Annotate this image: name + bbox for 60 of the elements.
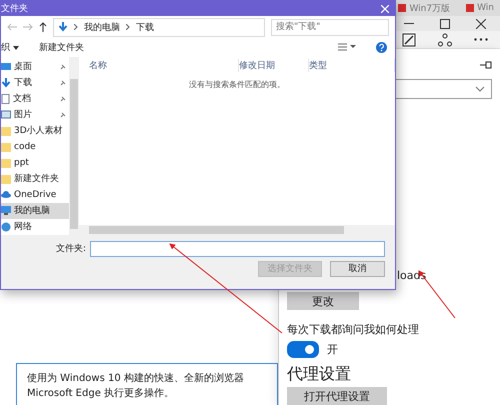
search-field[interactable]: 搜索"下载" xyxy=(271,18,389,36)
new-folder-button[interactable]: 新建文件夹 xyxy=(38,40,84,54)
up-arrow-icon[interactable] xyxy=(39,22,47,32)
address-bar[interactable]: 我的电脑 下载 xyxy=(53,18,265,36)
maximize-icon[interactable] xyxy=(440,18,450,29)
ask-label: 每次下载都询问我如何处理 xyxy=(287,322,420,337)
dialog-title: 文件夹 xyxy=(1,2,28,16)
folder-icon xyxy=(1,126,11,136)
folder-icon xyxy=(1,158,11,168)
column-header[interactable]: 修改日期 xyxy=(239,59,309,72)
nav-item[interactable]: OneDrive xyxy=(1,186,69,203)
empty-message: 没有与搜索条件匹配的项。 xyxy=(189,78,285,90)
site-icon xyxy=(466,4,474,12)
view-options-icon[interactable] xyxy=(338,43,356,52)
nav-item[interactable]: 文档 xyxy=(1,90,69,107)
network-icon xyxy=(1,222,11,232)
nav-item[interactable]: code xyxy=(1,138,69,155)
folder-icon xyxy=(1,142,11,152)
toggle-switch[interactable] xyxy=(287,341,319,358)
column-header[interactable]: 类型 xyxy=(309,59,395,72)
nav-item[interactable]: 网络 xyxy=(1,218,69,235)
desktop-icon xyxy=(1,62,11,72)
computer-icon xyxy=(1,206,11,216)
breadcrumb-item[interactable]: 我的电脑 xyxy=(84,20,120,34)
nav-item[interactable]: 3D小人素材 xyxy=(1,122,69,139)
nav-item[interactable]: 图片 xyxy=(1,106,69,123)
toggle-state-label: 开 xyxy=(327,342,338,357)
folder-icon xyxy=(1,174,11,184)
dialog-button[interactable]: 取消 xyxy=(330,260,385,277)
close-icon[interactable] xyxy=(476,18,486,29)
cloud-icon xyxy=(1,191,11,198)
nav-item[interactable]: 我的电脑 xyxy=(1,202,69,219)
column-header[interactable]: 名称 xyxy=(89,59,239,72)
change-button[interactable]: 更改 xyxy=(287,292,359,310)
nav-item[interactable]: 下载 xyxy=(1,74,69,91)
help-icon[interactable] xyxy=(376,42,387,53)
open-proxy-button[interactable]: 打开代理设置 xyxy=(287,387,387,405)
share-icon[interactable] xyxy=(438,32,452,47)
minimize-icon[interactable] xyxy=(404,22,414,25)
download-icon xyxy=(1,78,11,88)
vertical-scrollbar[interactable] xyxy=(69,56,79,235)
breadcrumb-item[interactable]: 下载 xyxy=(136,20,154,34)
picture-icon xyxy=(1,110,11,120)
chevron-right-icon xyxy=(126,24,130,30)
folder-label: 文件夹: xyxy=(56,242,86,256)
chevron-down-icon xyxy=(475,86,485,92)
nav-item[interactable]: 桌面 xyxy=(1,58,69,75)
nav-item[interactable]: ppt xyxy=(1,154,69,171)
folder-input[interactable] xyxy=(90,240,385,257)
info-banner: 使用为 Windows 10 构建的快速、全新的浏览器 Microsoft Edge 执行更多操作。 xyxy=(16,363,278,405)
organize-menu[interactable]: 织 xyxy=(1,40,19,54)
chevron-right-icon xyxy=(74,24,78,30)
pin-icon[interactable] xyxy=(480,61,492,69)
proxy-heading: 代理设置 xyxy=(287,364,352,385)
download-icon xyxy=(58,22,68,32)
horizontal-scrollbar[interactable] xyxy=(79,224,395,235)
more-icon[interactable] xyxy=(474,38,488,42)
nav-item[interactable]: 新建文件夹 xyxy=(1,170,69,187)
pen-note-icon[interactable] xyxy=(402,32,416,47)
site-icon xyxy=(398,4,406,12)
